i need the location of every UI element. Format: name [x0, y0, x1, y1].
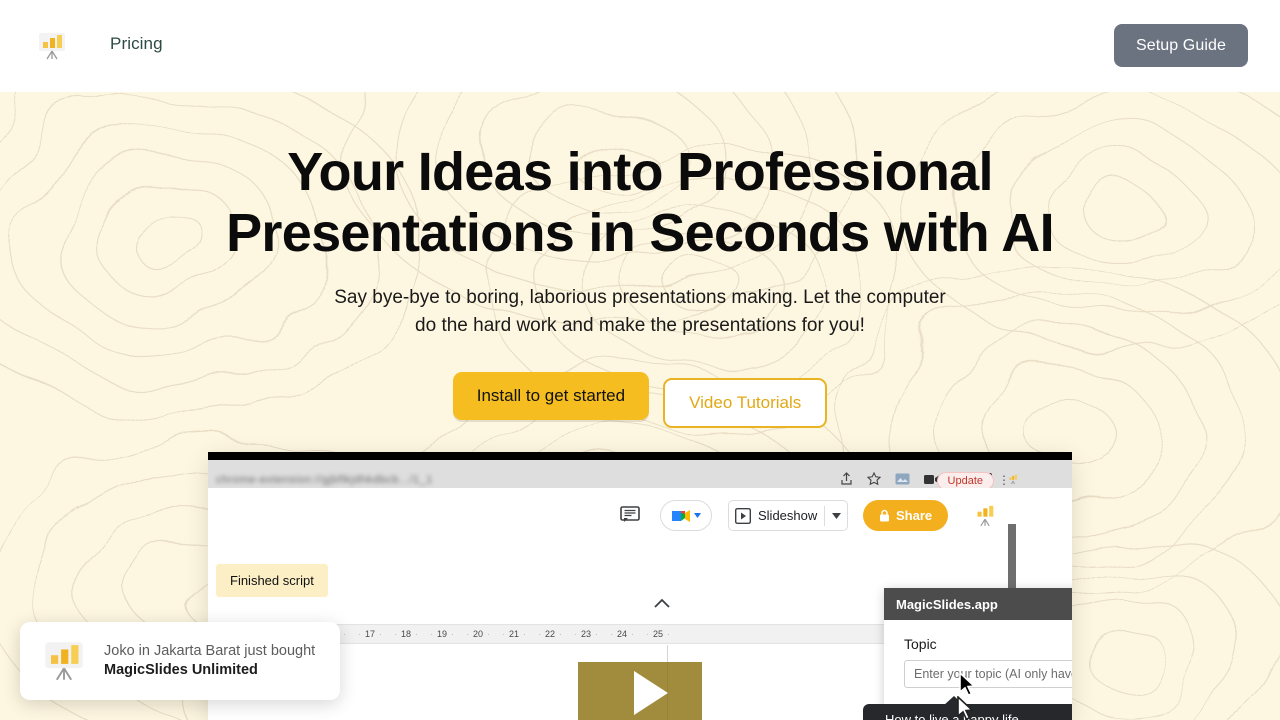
hero-title-line1: Your Ideas into Professional	[287, 142, 993, 202]
ruler-tick: · 20 ·	[466, 629, 490, 639]
hero-subtitle-line2: do the hard work and make the presentati…	[415, 315, 865, 336]
brand-logo[interactable]	[34, 28, 70, 64]
chevron-up-icon[interactable]	[654, 598, 670, 608]
hero-cta-row: Install to get started Video Tutorials	[0, 372, 1280, 428]
ruler-tick: · 19 ·	[430, 629, 454, 639]
topic-input[interactable]: Enter your topic (AI only have info till…	[904, 660, 1072, 688]
image-extension-icon[interactable]	[895, 473, 910, 485]
lock-icon	[880, 509, 889, 522]
toast-line-2: MagicSlides Unlimited	[104, 662, 258, 678]
ruler-tick: · 25 ·	[646, 629, 670, 639]
google-meet-button[interactable]	[660, 500, 712, 531]
finished-script-tooltip: Finished script	[216, 564, 328, 597]
browser-omnibar: chrome-extension://gjbflkjdhkdbcb.../1_1…	[208, 460, 1072, 490]
hero-subtitle: Say bye-bye to boring, laborious present…	[0, 284, 1280, 340]
chevron-down-icon[interactable]	[832, 512, 842, 519]
google-meet-icon	[672, 509, 690, 522]
video-play-button[interactable]	[578, 662, 702, 720]
page-title: Your Ideas into Professional Presentatio…	[0, 142, 1280, 264]
nav-link-pricing[interactable]: Pricing	[110, 34, 163, 54]
ruler-tick: · 21 ·	[502, 629, 526, 639]
ruler-tick: · 17 ·	[358, 629, 382, 639]
mouse-cursor-icon	[957, 696, 974, 720]
ruler-tick: · 18 ·	[394, 629, 418, 639]
ruler-tick: · 23 ·	[574, 629, 598, 639]
install-to-get-started-button[interactable]: Install to get started	[452, 372, 650, 420]
share-button[interactable]: Share	[863, 500, 949, 531]
magicslides-easel-logo-icon[interactable]	[970, 500, 1000, 530]
magicslides-panel: MagicSlides.app ✕ Topic Enter your topic…	[884, 588, 1072, 720]
magicslides-easel-logo-icon	[39, 33, 65, 60]
page-root: Pricing Setup Guide Your Ideas into Prof…	[0, 0, 1280, 720]
top-navigation-bar: Pricing Setup Guide	[0, 0, 1280, 92]
chevron-down-icon	[694, 513, 701, 518]
ruler-tick: · 22 ·	[538, 629, 562, 639]
browser-url-text: chrome-extension://gjbflkjdhkdbcb.../1_1	[216, 474, 433, 486]
bookmark-star-icon[interactable]	[867, 472, 881, 486]
play-triangle-icon	[634, 671, 668, 715]
comment-icon[interactable]	[620, 506, 640, 524]
slideshow-button[interactable]: Slideshow	[728, 500, 849, 531]
toast-line-1: Joko in Jakarta Barat just bought	[104, 643, 316, 659]
magicslides-panel-title: MagicSlides.app	[896, 596, 998, 612]
magicslides-easel-logo-icon	[45, 642, 83, 681]
toast-text: Joko in Jakarta Barat just bought MagicS…	[104, 642, 315, 680]
play-box-icon	[735, 507, 751, 524]
share-upload-icon[interactable]	[840, 472, 853, 486]
slides-toolbar: Slideshow Share	[208, 488, 1016, 546]
more-vertical-icon[interactable]: ⋮	[998, 473, 1010, 487]
hero-title-line2: Presentations in Seconds with AI	[226, 203, 1054, 263]
slideshow-label: Slideshow	[758, 508, 818, 523]
hero-subtitle-line1: Say bye-bye to boring, laborious present…	[334, 287, 946, 308]
toolbar-divider	[824, 505, 826, 526]
purchase-notification-toast[interactable]: Joko in Jakarta Barat just bought MagicS…	[20, 622, 340, 700]
ruler-tick: · 24 ·	[610, 629, 634, 639]
browser-top-black-bar	[208, 452, 1072, 460]
setup-guide-button[interactable]: Setup Guide	[1113, 24, 1248, 67]
magicslides-panel-header: MagicSlides.app ✕	[884, 588, 1072, 620]
share-label: Share	[896, 508, 933, 523]
video-tutorials-button[interactable]: Video Tutorials	[663, 378, 828, 428]
topic-label: Topic	[904, 636, 937, 652]
